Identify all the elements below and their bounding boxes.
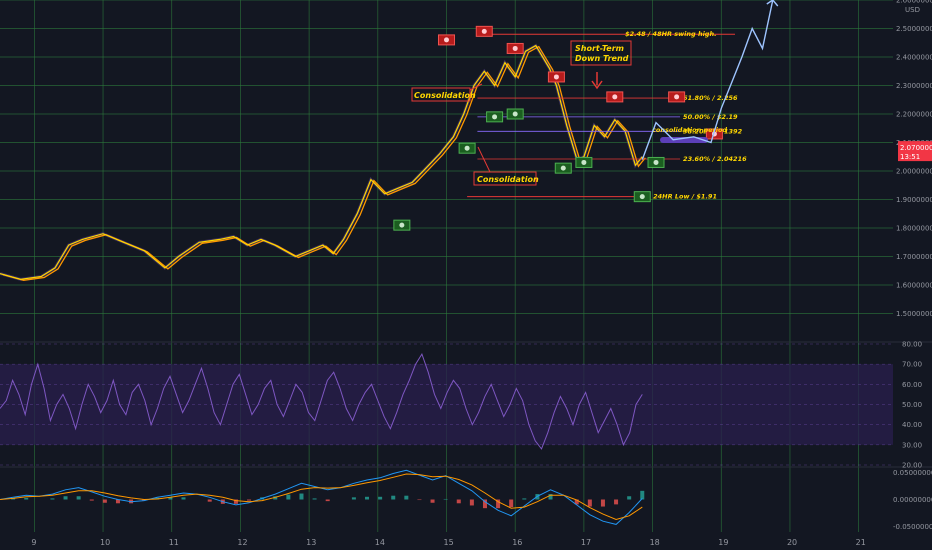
macd-histogram-bar bbox=[312, 498, 317, 500]
time-tick-label: 13 bbox=[306, 538, 316, 547]
buy-marker-dot bbox=[653, 159, 659, 165]
price-tick-label: 1.80000000 bbox=[896, 225, 932, 233]
macd-histogram-bar bbox=[391, 495, 396, 500]
price-tick-label: 2.30000000 bbox=[896, 82, 932, 90]
macd-histogram-bar bbox=[89, 499, 94, 501]
macd-histogram-bar bbox=[627, 496, 632, 500]
price-tag-value: 2.07000000 bbox=[900, 144, 932, 152]
fib-label: 23.60% / 2.04216 bbox=[683, 155, 747, 163]
price-tick-label: 2.00000000 bbox=[896, 168, 932, 176]
short-term-text-line2: Down Trend bbox=[575, 54, 629, 63]
sell-marker-dot bbox=[444, 37, 449, 43]
price-tick-label: 2.20000000 bbox=[896, 111, 932, 119]
currency-label: USD bbox=[905, 6, 920, 14]
macd-histogram-bar bbox=[509, 499, 514, 508]
buy-marker-dot bbox=[639, 194, 645, 200]
consolidation-text-1: Consolidation bbox=[414, 91, 476, 100]
time-tick-label: 16 bbox=[512, 538, 522, 547]
rsi-tick-label: 30.00 bbox=[902, 441, 922, 449]
rsi-tick-label: 80.00 bbox=[902, 341, 922, 349]
macd-histogram-bar bbox=[247, 499, 252, 501]
sell-marker-dot bbox=[674, 94, 680, 100]
rsi-tick-label: 40.00 bbox=[902, 421, 922, 429]
macd-histogram-bar bbox=[614, 499, 619, 505]
price-tick-label: 1.60000000 bbox=[896, 282, 932, 290]
macd-histogram-bar bbox=[587, 499, 592, 507]
swing-high-label: $2.48 / 48HR swing high. bbox=[625, 30, 716, 38]
macd-tick-label: 0.05000000 bbox=[893, 469, 932, 477]
buy-marker-dot bbox=[581, 159, 587, 165]
macd-histogram-bar bbox=[207, 499, 212, 502]
macd-histogram-bar bbox=[325, 499, 330, 502]
macd-histogram-bar bbox=[443, 498, 448, 500]
buy-marker-dot bbox=[492, 114, 498, 120]
macd-histogram-bar bbox=[102, 499, 107, 503]
sell-marker-dot bbox=[481, 28, 487, 34]
swing-low-label: 24HR Low / $1.91 bbox=[653, 193, 717, 201]
time-tick-label: 15 bbox=[444, 538, 454, 547]
macd-histogram-bar bbox=[181, 497, 186, 500]
macd-histogram-bar bbox=[63, 496, 68, 500]
time-tick-label: 21 bbox=[856, 538, 866, 547]
sell-marker-dot bbox=[553, 74, 559, 80]
macd-histogram-bar bbox=[469, 499, 474, 506]
price-tag-countdown: 13:51 bbox=[900, 153, 920, 161]
sell-marker-dot bbox=[512, 45, 518, 51]
time-tick-label: 20 bbox=[787, 538, 797, 547]
macd-histogram-bar bbox=[417, 499, 422, 501]
macd-histogram-bar bbox=[24, 497, 29, 500]
chart-svg: $2.48 / 48HR swing high. 24HR Low / $1.91… bbox=[0, 0, 932, 550]
buy-marker-dot bbox=[512, 111, 518, 117]
macd-histogram-bar bbox=[456, 499, 461, 504]
time-tick-label: 18 bbox=[650, 538, 660, 547]
fib-label: 61.80% / 2.256 bbox=[683, 94, 738, 102]
macd-tick-label: -0.05000000 bbox=[893, 523, 932, 531]
chart-root: $2.48 / 48HR swing high. 24HR Low / $1.91… bbox=[0, 0, 932, 550]
macd-histogram-bar bbox=[430, 499, 435, 503]
macd-histogram-bar bbox=[378, 496, 383, 500]
time-tick-label: 11 bbox=[169, 538, 179, 547]
buy-marker-dot bbox=[560, 165, 566, 171]
price-tick-label: 1.50000000 bbox=[896, 310, 932, 318]
macd-histogram-bar bbox=[365, 496, 370, 500]
current-price-tag: 2.07000000 13:51 bbox=[898, 141, 932, 162]
price-tick-label: 2.60000000 bbox=[896, 0, 932, 5]
price-tick-label: 1.70000000 bbox=[896, 253, 932, 261]
short-term-text-line1: Short-Term bbox=[575, 44, 624, 53]
macd-histogram-bar bbox=[76, 496, 81, 500]
macd-histogram-bar bbox=[351, 497, 356, 500]
time-tick-label: 9 bbox=[31, 538, 36, 547]
macd-histogram-bar bbox=[522, 498, 527, 500]
rsi-tick-label: 50.00 bbox=[902, 401, 922, 409]
consolidation-text-2: Consolidation bbox=[477, 175, 539, 184]
macd-histogram-bar bbox=[299, 493, 304, 500]
price-tick-label: 1.90000000 bbox=[896, 196, 932, 204]
buy-marker-dot bbox=[399, 222, 405, 228]
macd-histogram-bar bbox=[640, 490, 645, 500]
macd-histogram-bar bbox=[600, 499, 605, 507]
time-tick-label: 10 bbox=[100, 538, 110, 547]
macd-histogram-bar bbox=[50, 498, 55, 500]
sell-marker-dot bbox=[612, 94, 618, 100]
macd-tick-label: 0.00000000 bbox=[893, 496, 932, 504]
time-tick-label: 17 bbox=[581, 538, 591, 547]
price-tick-label: 2.50000000 bbox=[896, 25, 932, 33]
rsi-tick-label: 60.00 bbox=[902, 381, 922, 389]
macd-histogram-bar bbox=[286, 494, 291, 500]
buy-marker-dot bbox=[464, 145, 470, 151]
time-tick-label: 19 bbox=[718, 538, 728, 547]
macd-histogram-bar bbox=[404, 495, 409, 500]
fib-label: 50.00% / $2.19 bbox=[683, 113, 738, 121]
time-tick-label: 14 bbox=[375, 538, 385, 547]
rsi-tick-label: 70.00 bbox=[902, 361, 922, 369]
time-tick-label: 12 bbox=[237, 538, 247, 547]
price-tick-label: 2.40000000 bbox=[896, 54, 932, 62]
